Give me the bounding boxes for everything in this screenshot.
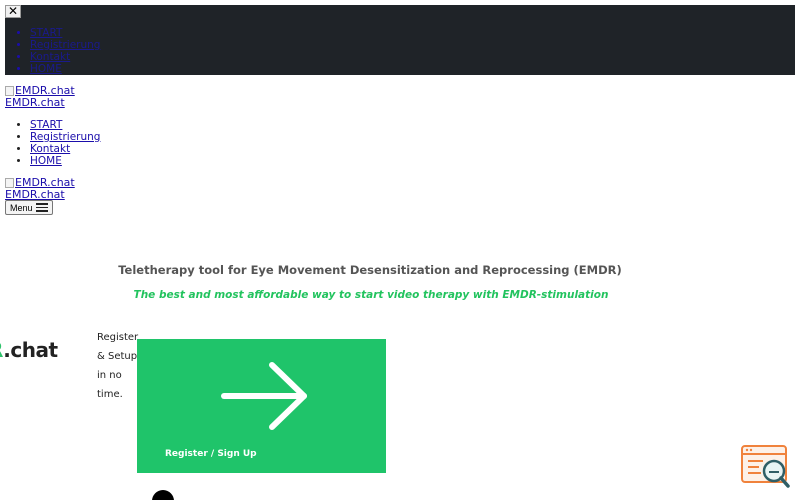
menu-button-label: Menu — [10, 202, 33, 213]
register-card-label: Register / Sign Up — [165, 449, 257, 459]
register-tagline-line-3: in no — [97, 370, 122, 381]
register-tagline: Register & Setup in no time. — [97, 328, 142, 404]
mobile-nav-link-start[interactable]: START — [30, 27, 62, 39]
main-nav-item-start: START — [30, 119, 100, 131]
close-icon[interactable]: ✕ — [5, 5, 21, 18]
main-nav-item-kontakt: Kontakt — [30, 143, 100, 155]
search-browser-icon — [741, 445, 790, 488]
logo-image-placeholder — [5, 86, 14, 96]
register-tagline-line-4: time. — [97, 389, 123, 400]
help-widget[interactable] — [741, 445, 791, 490]
main-nav-link-home[interactable]: HOME — [30, 155, 62, 167]
partial-icon — [152, 490, 174, 500]
site-logo-block: EMDR.chat EMDR.chat — [5, 85, 75, 109]
site-title-link[interactable]: EMDR.chat — [5, 96, 65, 109]
main-nav-item-home: HOME — [30, 155, 100, 167]
hero-subline: The best and most affordable way to star… — [133, 289, 609, 301]
mobile-nav-list: START Registrierung Kontakt HOME — [5, 27, 100, 75]
main-nav-link-start[interactable]: START — [30, 119, 62, 131]
menu-button[interactable]: Menu — [5, 200, 53, 215]
arrow-right-icon — [221, 362, 307, 430]
mobile-nav-link-kontakt[interactable]: Kontakt — [30, 51, 70, 63]
mobile-nav-link-registrierung[interactable]: Registrierung — [30, 39, 100, 51]
register-tagline-line-2: & Setup — [97, 351, 138, 362]
hero-headline: Teletherapy tool for Eye Movement Desens… — [118, 263, 622, 277]
register-card[interactable]: Register / Sign Up — [137, 339, 386, 473]
mobile-nav-item-start: START — [30, 27, 100, 39]
logo-image-placeholder-2 — [5, 178, 14, 188]
main-nav-link-kontakt[interactable]: Kontakt — [30, 143, 70, 155]
hamburger-icon — [35, 203, 48, 212]
main-nav: START Registrierung Kontakt HOME — [5, 119, 100, 167]
register-tagline-line-1: Register — [97, 332, 139, 343]
mobile-nav-link-home[interactable]: HOME — [30, 63, 62, 75]
mobile-nav-item-registrierung: Registrierung — [30, 39, 100, 51]
mobile-nav-panel: ✕ START Registrierung Kontakt HOME — [5, 5, 795, 75]
main-nav-link-registrierung[interactable]: Registrierung — [30, 131, 100, 143]
mobile-nav-item-kontakt: Kontakt — [30, 51, 100, 63]
mobile-nav-item-home: HOME — [30, 63, 100, 75]
main-nav-item-registrierung: Registrierung — [30, 131, 100, 143]
site-logo-block-2: EMDR.chat EMDR.chat — [5, 177, 75, 201]
brand-logo: R.chat — [0, 338, 58, 362]
brand-logo-suffix: .chat — [3, 338, 58, 362]
